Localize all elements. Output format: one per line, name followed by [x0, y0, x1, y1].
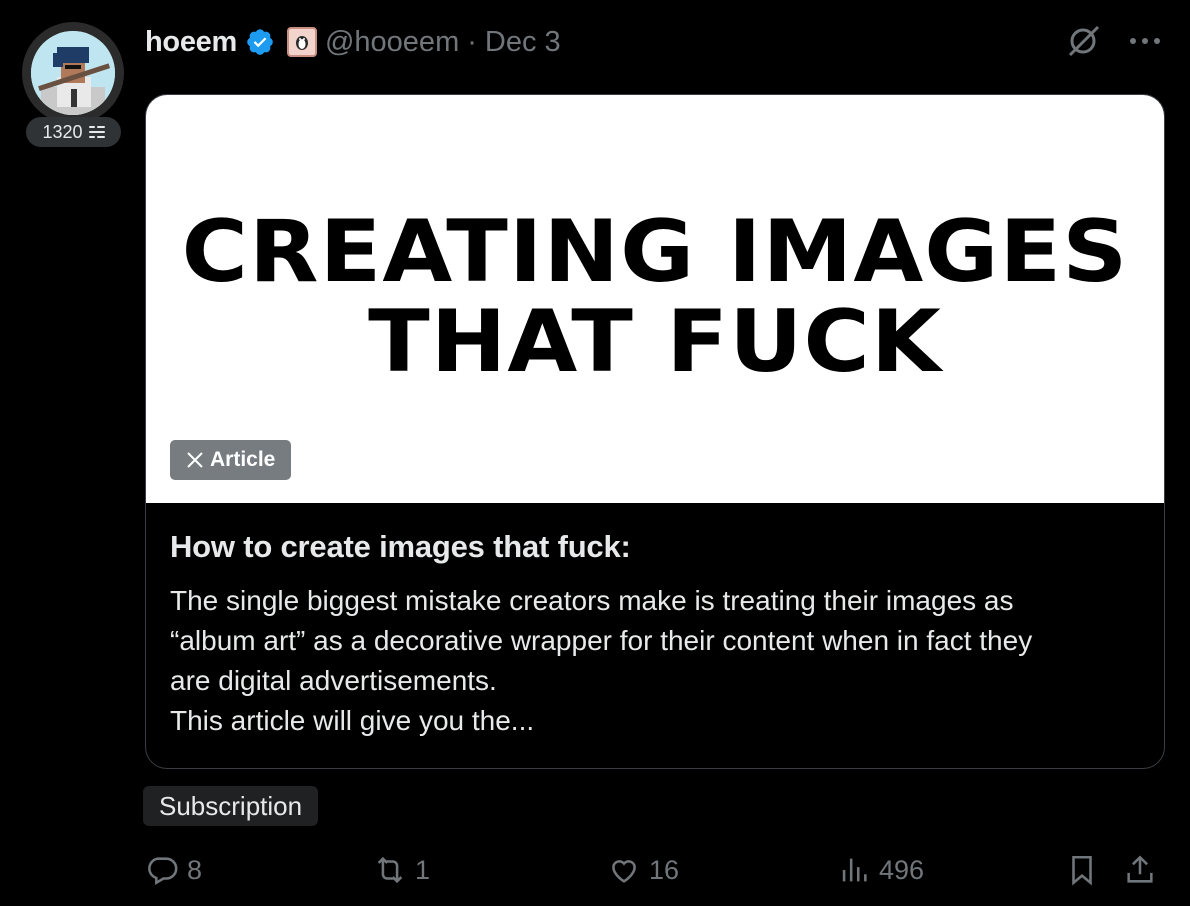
cover-headline: CREATING IMAGES THAT FUCK	[146, 202, 1164, 392]
share-icon	[1127, 855, 1153, 883]
repost-button[interactable]: 1	[373, 848, 430, 892]
score-value: 1320	[42, 121, 83, 142]
subscription-chip[interactable]: Subscription	[143, 786, 319, 826]
article-card-body: How to create images that fuck: The sing…	[146, 503, 1164, 741]
reply-count: 8	[187, 854, 203, 885]
display-name[interactable]: hoeem	[145, 26, 237, 59]
list-icon	[88, 125, 105, 139]
grok-icon[interactable]	[1064, 22, 1102, 60]
heart-icon	[612, 860, 636, 883]
bookmark-icon	[1072, 855, 1092, 886]
avatar[interactable]	[31, 31, 115, 115]
views-count: 496	[879, 854, 925, 885]
article-title: How to create images that fuck:	[170, 529, 631, 564]
like-count: 16	[649, 854, 680, 885]
cover-headline-line1: CREATING IMAGES	[181, 202, 1129, 302]
like-button[interactable]: 16	[607, 848, 679, 892]
avatar-ring	[22, 22, 124, 124]
action-bar: 8 1 16 496	[145, 848, 1165, 892]
cover-headline-line2: THAT FUCK	[368, 292, 942, 392]
verified-badge-icon[interactable]	[245, 27, 275, 57]
subscription-label: Subscription	[159, 790, 303, 821]
x-logo-icon	[187, 452, 203, 468]
article-tag-label: Article	[210, 448, 276, 471]
score-badge[interactable]: 1320	[26, 117, 121, 147]
more-options-icon[interactable]	[1128, 36, 1162, 46]
article-cover-image: CREATING IMAGES THAT FUCK Article	[146, 95, 1164, 503]
header-actions	[1064, 22, 1162, 60]
post-date[interactable]: Dec 3	[485, 26, 561, 59]
article-tag: Article	[170, 440, 292, 480]
penguin-icon	[295, 36, 308, 50]
handle[interactable]: @hooeem	[325, 26, 459, 59]
reply-button[interactable]: 8	[145, 848, 202, 892]
article-description: The single biggest mistake creators make…	[170, 585, 1033, 736]
affiliate-badge-icon[interactable]	[286, 27, 317, 57]
post-header: hoeem @hooeem · Dec 3	[145, 22, 561, 62]
post: 1320 hoeem @hooeem · Dec 3 CREATING IMAG…	[0, 0, 1190, 906]
separator-dot: ·	[467, 25, 477, 58]
reply-icon	[148, 857, 178, 886]
share-button[interactable]	[1123, 848, 1157, 892]
views-button[interactable]: 496	[837, 848, 924, 892]
article-card[interactable]: CREATING IMAGES THAT FUCK Article How to…	[145, 94, 1165, 769]
bookmark-button[interactable]	[1065, 848, 1099, 892]
analytics-icon	[842, 858, 867, 882]
repost-icon	[377, 856, 403, 884]
repost-count: 1	[415, 854, 431, 885]
avatar-image	[31, 31, 115, 115]
